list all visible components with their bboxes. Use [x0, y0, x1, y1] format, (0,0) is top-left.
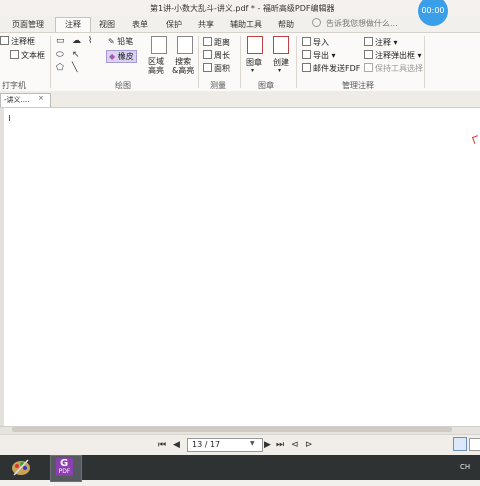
group-label-manage: 管理注释	[342, 81, 374, 90]
ribbon-tabs: 页面管理 注释 视图 表单 保护 共享 辅助工具 帮助 告诉我您想做什么...	[0, 16, 480, 33]
ribbon-divider	[424, 36, 425, 88]
ellipse-icon[interactable]: ⬭	[56, 50, 64, 60]
ribbon-divider	[198, 36, 199, 88]
previous-page-icon[interactable]: ◀	[173, 440, 180, 450]
ribbon-divider	[296, 36, 297, 88]
keep-tool-checkbox[interactable]: 保持工具选择	[364, 63, 423, 74]
lightbulb-icon	[312, 18, 321, 27]
popup-note-icon	[364, 50, 373, 59]
first-page-icon[interactable]: ⏮	[158, 440, 166, 450]
tab-comment[interactable]: 注释	[55, 17, 91, 33]
perimeter-icon	[203, 50, 212, 59]
comments-button[interactable]: 注释 ▾	[364, 37, 398, 48]
tab-accessibility[interactable]: 辅助工具	[228, 18, 264, 31]
tell-me-search[interactable]: 告诉我您想做什么...	[312, 18, 398, 29]
line-icon[interactable]: ╲	[72, 63, 77, 73]
close-icon[interactable]: ×	[38, 94, 44, 102]
create-dropdown-icon[interactable]: ▾	[278, 67, 281, 74]
tab-view[interactable]: 视图	[95, 18, 119, 31]
ribbon-divider	[240, 36, 241, 88]
continuous-view-icon[interactable]	[469, 438, 480, 451]
tab-share[interactable]: 共享	[194, 18, 218, 31]
window-title: 第1讲-小数大乱斗-讲义.pdf * - 福昕高级PDF编辑器	[150, 4, 335, 13]
page-dropdown-icon[interactable]: ▼	[250, 440, 255, 447]
text-box-tool[interactable]: 文本框	[10, 50, 45, 61]
area-icon	[203, 63, 212, 72]
email-icon	[302, 63, 311, 72]
eraser-tool[interactable]: ◆ 橡皮	[106, 50, 137, 63]
tab-protect[interactable]: 保护	[162, 18, 186, 31]
email-fdf-button[interactable]: 邮件发送FDF	[302, 63, 360, 74]
ribbon-divider	[50, 36, 51, 88]
export-icon	[302, 50, 311, 59]
document-page[interactable]	[0, 108, 480, 426]
search-highlight-icon	[177, 36, 193, 54]
arrow-icon[interactable]: ↖	[72, 50, 80, 60]
note-box-icon	[0, 36, 9, 45]
group-label-measure: 测量	[210, 81, 226, 90]
stamp-dropdown-icon[interactable]: ▾	[251, 67, 254, 74]
text-box-icon	[10, 50, 19, 59]
stamp-icon	[247, 36, 263, 54]
tab-help[interactable]: 帮助	[274, 18, 298, 31]
input-method-indicator[interactable]: CH	[460, 463, 470, 471]
pencil-icon: ✎	[108, 37, 115, 46]
single-page-view-icon[interactable]	[453, 437, 467, 451]
pencil-tool[interactable]: ✎ 铅笔	[108, 36, 133, 47]
export-button[interactable]: 导出 ▾	[302, 50, 336, 61]
rectangle-icon[interactable]: ▭	[56, 36, 65, 46]
tab-form[interactable]: 表单	[128, 18, 152, 31]
checkbox-icon	[364, 63, 373, 72]
next-view-icon[interactable]: ⊳	[305, 440, 313, 450]
popup-note-button[interactable]: 注释弹出框 ▾	[364, 50, 422, 61]
import-button[interactable]: 导入	[302, 37, 329, 48]
tab-page-management[interactable]: 页面管理	[10, 18, 46, 31]
search-highlight-button[interactable]: 搜索 &高亮	[172, 57, 194, 75]
paint-app-icon[interactable]	[10, 457, 32, 477]
document-tab-strip	[0, 91, 480, 108]
eraser-icon: ◆	[109, 52, 116, 61]
polygon-line-icon[interactable]: ⌇	[88, 36, 92, 46]
distance-icon	[203, 37, 212, 46]
text-cursor	[9, 115, 10, 121]
scrollbar-thumb[interactable]	[12, 427, 452, 432]
ribbon-panel: 注释框 文本框 打字机 ▭ ☁ ⌇ ⬭ ↖ ⬠ ╲ ✎ 铅笔 ◆ 橡皮 绘图 区…	[0, 32, 480, 92]
comments-icon	[364, 37, 373, 46]
cloud-icon[interactable]: ☁	[72, 36, 81, 46]
note-box-tool[interactable]: 注释框	[0, 36, 35, 47]
foxit-logo-icon: G	[60, 458, 69, 469]
next-page-icon[interactable]: ▶	[264, 440, 271, 450]
previous-view-icon[interactable]: ⊲	[291, 440, 299, 450]
perimeter-tool[interactable]: 周长	[203, 50, 230, 61]
group-label-stamp: 图章	[258, 81, 274, 90]
group-label-drawing: 绘图	[115, 81, 131, 90]
last-page-icon[interactable]: ⏭	[276, 440, 284, 450]
area-highlight-button[interactable]: 区域 高亮	[148, 57, 164, 75]
area-highlight-icon	[151, 36, 167, 54]
group-label-typewriter: 打字机	[2, 81, 26, 90]
pentagon-icon[interactable]: ⬠	[56, 63, 64, 73]
area-tool[interactable]: 面积	[203, 63, 230, 74]
create-stamp-icon	[273, 36, 289, 54]
distance-tool[interactable]: 距离	[203, 37, 230, 48]
import-icon	[302, 37, 311, 46]
